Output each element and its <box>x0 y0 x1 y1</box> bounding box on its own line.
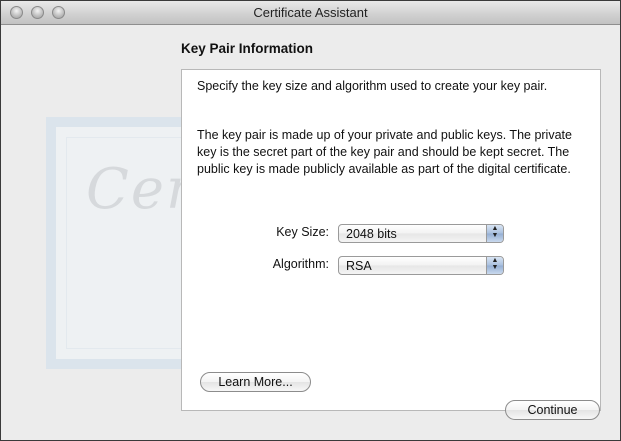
algorithm-label: Algorithm: <box>272 257 329 271</box>
page-title: Key Pair Information <box>181 41 314 56</box>
certificate-assistant-window: Certificate Assistant Certificate Key Pa… <box>0 0 621 441</box>
popup-arrows-icon: ▲ ▼ <box>486 257 503 274</box>
key-size-label: Key Size: <box>276 225 329 239</box>
description-text: The key pair is made up of your private … <box>197 128 572 176</box>
window-title: Certificate Assistant <box>253 5 368 20</box>
title-bar: Certificate Assistant <box>1 1 620 25</box>
intro-text: Specify the key size and algorithm used … <box>197 79 548 93</box>
assistant-content: Certificate Key Pair Information Specify… <box>1 25 620 440</box>
key-size-popup[interactable]: 2048 bits ▲ ▼ <box>338 224 504 243</box>
continue-button[interactable]: Continue <box>505 400 600 420</box>
algorithm-value: RSA <box>346 259 372 273</box>
key-size-value: 2048 bits <box>346 227 397 241</box>
learn-more-button[interactable]: Learn More... <box>200 372 311 392</box>
algorithm-popup[interactable]: RSA ▲ ▼ <box>338 256 504 275</box>
key-pair-panel: Specify the key size and algorithm used … <box>181 69 601 411</box>
popup-arrows-icon: ▲ ▼ <box>486 225 503 242</box>
